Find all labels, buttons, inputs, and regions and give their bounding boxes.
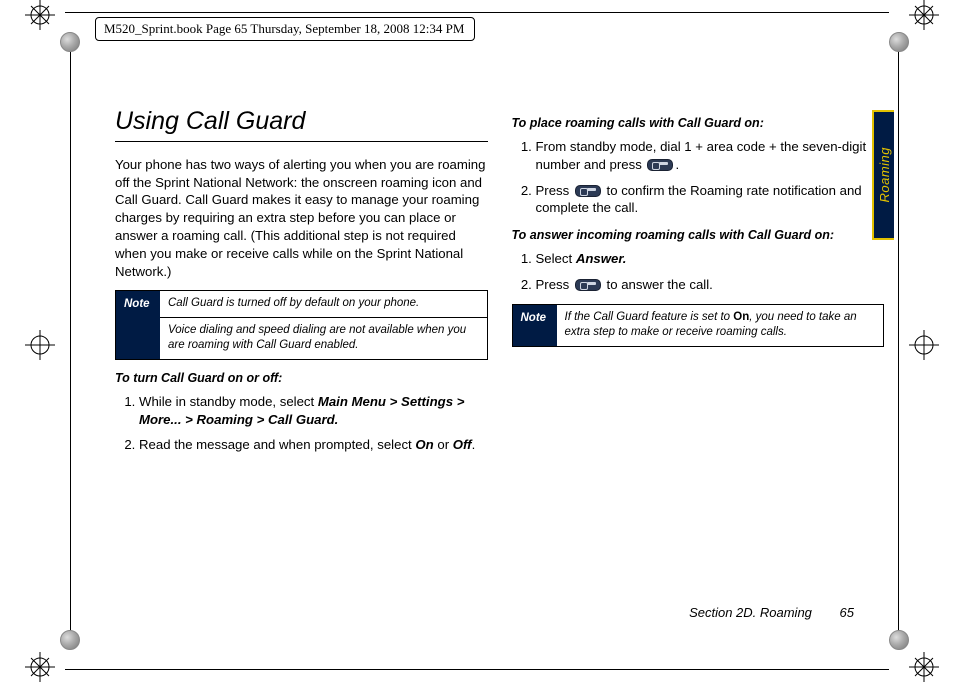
page-body: Using Call Guard Your phone has two ways… xyxy=(115,105,884,612)
steps-place: From standby mode, dial 1 + area code + … xyxy=(530,138,885,217)
corner-dot-icon xyxy=(889,630,909,650)
option-answer: Answer. xyxy=(576,251,627,266)
subhead-place-calls: To place roaming calls with Call Guard o… xyxy=(512,115,885,132)
title-rule xyxy=(115,141,488,142)
subhead-turn-on-off: To turn Call Guard on or off: xyxy=(115,370,488,387)
registration-mark-icon xyxy=(25,0,55,30)
note-box: Note If the Call Guard feature is set to… xyxy=(512,304,885,347)
crop-rule-right xyxy=(898,40,899,642)
crop-rule-left xyxy=(70,40,71,642)
step-text: While in standby mode, select xyxy=(139,394,318,409)
step-text: or xyxy=(434,437,453,452)
crop-rule-top xyxy=(65,12,889,13)
option-on: On xyxy=(733,311,749,323)
step: Press to answer the call. xyxy=(536,276,885,294)
note-line1: Call Guard is turned off by default on y… xyxy=(160,291,487,317)
option-on: On xyxy=(415,437,433,452)
step-text: From standby mode, dial 1 + area code + … xyxy=(536,139,867,172)
option-off: Off xyxy=(453,437,472,452)
note-text-part: If the Call Guard feature is set to xyxy=(565,311,734,323)
note-label: Note xyxy=(116,291,160,359)
page-title: Using Call Guard xyxy=(115,105,488,139)
corner-dot-icon xyxy=(60,32,80,52)
step-text: . xyxy=(675,157,679,172)
crop-rule-bottom xyxy=(65,669,889,670)
running-head: M520_Sprint.book Page 65 Thursday, Septe… xyxy=(95,17,475,41)
step-text: Select xyxy=(536,251,576,266)
note-label: Note xyxy=(513,305,557,346)
registration-mark-icon xyxy=(909,0,939,30)
registration-mark-icon xyxy=(25,330,55,360)
step: While in standby mode, select Main Menu … xyxy=(139,393,488,429)
subhead-answer-calls: To answer incoming roaming calls with Ca… xyxy=(512,227,885,244)
running-head-text: M520_Sprint.book Page 65 Thursday, Septe… xyxy=(104,21,464,36)
intro-paragraph: Your phone has two ways of alerting you … xyxy=(115,156,488,281)
corner-dot-icon xyxy=(889,32,909,52)
note-text: If the Call Guard feature is set to On, … xyxy=(557,305,884,346)
talk-key-icon xyxy=(575,185,601,197)
registration-mark-icon xyxy=(25,652,55,682)
left-column: Using Call Guard Your phone has two ways… xyxy=(115,105,488,612)
section-label: Section 2D. Roaming xyxy=(689,605,812,620)
step-text: to answer the call. xyxy=(603,277,713,292)
step-text: Read the message and when prompted, sele… xyxy=(139,437,415,452)
talk-key-icon xyxy=(575,279,601,291)
step: From standby mode, dial 1 + area code + … xyxy=(536,138,885,174)
note-body: Call Guard is turned off by default on y… xyxy=(160,291,487,359)
right-column: To place roaming calls with Call Guard o… xyxy=(512,105,885,612)
step: Select Answer. xyxy=(536,250,885,268)
corner-dot-icon xyxy=(60,630,80,650)
step-text: Press xyxy=(536,183,573,198)
page-footer: Section 2D. Roaming 65 xyxy=(689,605,854,620)
registration-mark-icon xyxy=(909,330,939,360)
steps-answer: Select Answer. Press to answer the call. xyxy=(530,250,885,294)
step: Read the message and when prompted, sele… xyxy=(139,436,488,454)
step: Press to confirm the Roaming rate notifi… xyxy=(536,182,885,218)
page-number: 65 xyxy=(840,605,854,620)
note-box: Note Call Guard is turned off by default… xyxy=(115,290,488,360)
talk-key-icon xyxy=(647,159,673,171)
note-line2: Voice dialing and speed dialing are not … xyxy=(160,318,487,359)
steps-turn: While in standby mode, select Main Menu … xyxy=(133,393,488,454)
step-text: . xyxy=(472,437,476,452)
step-text: Press xyxy=(536,277,573,292)
registration-mark-icon xyxy=(909,652,939,682)
